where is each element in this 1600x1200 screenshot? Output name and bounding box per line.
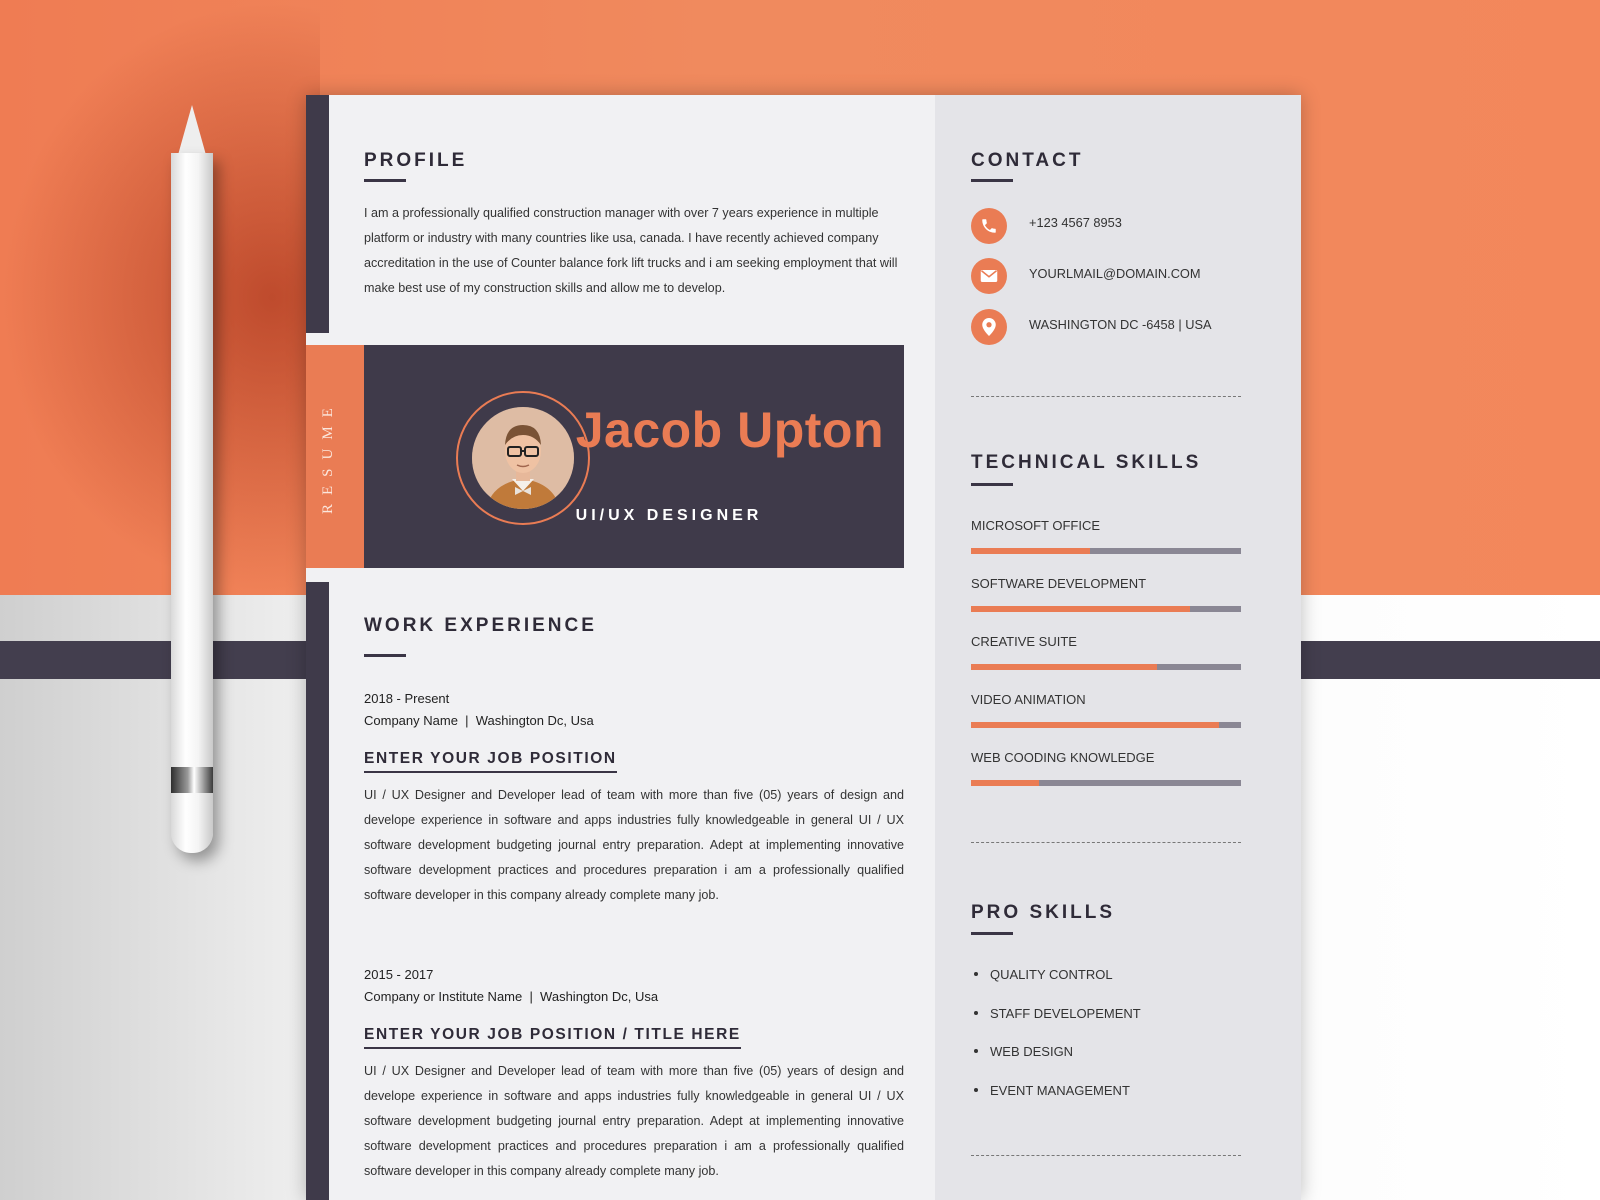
skill-label: MICROSOFT OFFICE xyxy=(971,518,1101,533)
sidebar-divider-3 xyxy=(971,1155,1241,1156)
mail-icon xyxy=(971,258,1007,294)
candidate-name: Jacob Upton xyxy=(575,402,884,458)
contact-email: YOURLMAIL@DOMAIN.COM xyxy=(1029,266,1201,281)
pro-skill-item: EVENT MANAGEMENT xyxy=(974,1083,1130,1098)
skill-bar xyxy=(971,548,1241,554)
skill-bar xyxy=(971,722,1241,728)
left-accent-bar-top xyxy=(306,95,329,333)
profile-text: I am a professionally qualified construc… xyxy=(364,206,898,295)
skill-bar-fill xyxy=(971,722,1220,728)
skill-label: VIDEO ANIMATION xyxy=(971,692,1086,707)
contact-phone: +123 4567 8953 xyxy=(1029,215,1122,230)
resume-page: PROFILE I am a professionally qualified … xyxy=(306,95,1301,1200)
contact-address: WASHINGTON DC -6458 | USA xyxy=(1029,317,1212,332)
technical-skills-heading: TECHNICAL SKILLS xyxy=(971,452,1202,473)
location-pin-icon xyxy=(971,309,1007,345)
job-2-position: ENTER YOUR JOB POSITION / TITLE HERE xyxy=(364,1026,741,1049)
technical-skills-heading-underline xyxy=(971,483,1013,486)
job-2-description: UI / UX Designer and Developer lead of t… xyxy=(364,1064,904,1178)
phone-icon xyxy=(971,208,1007,244)
skill-bar xyxy=(971,606,1241,612)
left-accent-bar-bottom xyxy=(306,582,329,1200)
sidebar-divider-1 xyxy=(971,396,1241,397)
skill-bar xyxy=(971,780,1241,786)
profile-heading-underline xyxy=(364,179,406,182)
bullet-icon xyxy=(974,1048,978,1053)
job-1-date: 2018 - Present xyxy=(364,691,450,706)
banner-resume-label: RESUME xyxy=(320,399,336,515)
pencil-tip xyxy=(178,105,206,155)
job-2-date: 2015 - 2017 xyxy=(364,967,434,982)
name-banner: Jacob Upton UI/UX DESIGNER xyxy=(364,345,904,568)
bullet-icon xyxy=(974,971,978,976)
job-1-company: Company Name | Washington Dc, Usa xyxy=(364,713,594,728)
pro-skills-heading-underline xyxy=(971,932,1013,935)
bullet-icon xyxy=(974,1010,978,1015)
work-experience-heading-underline xyxy=(364,654,406,657)
skill-bar-fill xyxy=(971,606,1190,612)
skill-bar-fill xyxy=(971,780,1039,786)
skill-label: CREATIVE SUITE xyxy=(971,634,1077,649)
candidate-role: UI/UX DESIGNER xyxy=(575,507,763,524)
sidebar-divider-2 xyxy=(971,842,1241,843)
stylus-pencil xyxy=(171,105,213,857)
background-shadow xyxy=(0,0,320,595)
job-1-position: ENTER YOUR JOB POSITION xyxy=(364,750,617,773)
pro-skill-item: WEB DESIGN xyxy=(974,1044,1073,1059)
skill-bar-fill xyxy=(971,548,1090,554)
skill-label: WEB COODING KNOWLEDGE xyxy=(971,750,1155,765)
skill-bar xyxy=(971,664,1241,670)
contact-heading-underline xyxy=(971,179,1013,182)
skill-bar-fill xyxy=(971,664,1158,670)
contact-heading: CONTACT xyxy=(971,150,1084,171)
bullet-icon xyxy=(974,1087,978,1092)
job-2-company: Company or Institute Name | Washington D… xyxy=(364,989,659,1004)
pencil-band xyxy=(171,767,213,793)
work-experience-heading: WORK EXPERIENCE xyxy=(364,615,597,636)
pencil-body xyxy=(171,153,213,853)
profile-heading: PROFILE xyxy=(364,150,468,171)
skill-label: SOFTWARE DEVELOPMENT xyxy=(971,576,1147,591)
pro-skill-item: STAFF DEVELOPEMENT xyxy=(974,1006,1141,1021)
pro-skills-heading: PRO SKILLS xyxy=(971,902,1116,923)
pro-skill-item: QUALITY CONTROL xyxy=(974,967,1113,982)
job-1-description: UI / UX Designer and Developer lead of t… xyxy=(364,788,904,902)
